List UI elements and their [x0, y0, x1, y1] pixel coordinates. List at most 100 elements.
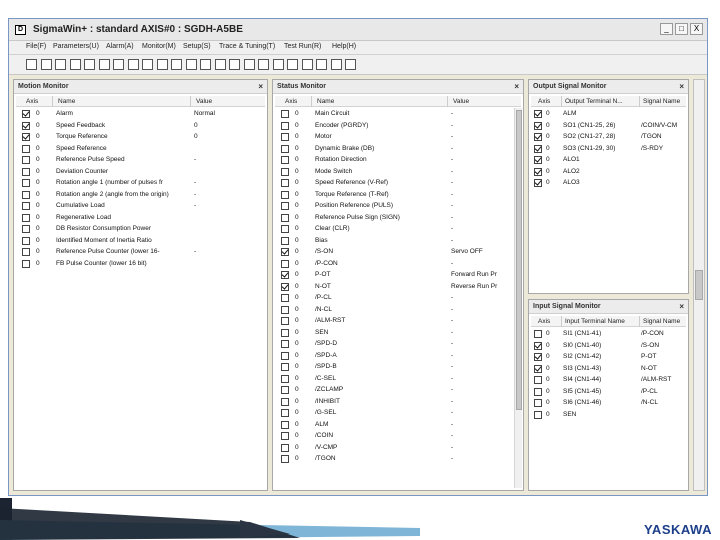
table-row[interactable]: 0 ALO3	[531, 177, 686, 189]
table-row[interactable]: 0 SEN -	[275, 327, 511, 339]
column-header-input-terminal[interactable]: Input Terminal Name	[565, 318, 637, 325]
row-checkbox[interactable]	[22, 259, 30, 268]
table-row[interactable]: 0 SI6 (CN1-46) /N-CL	[531, 397, 686, 409]
row-checkbox[interactable]	[281, 317, 289, 325]
column-header-name[interactable]: Name	[317, 98, 334, 105]
table-row[interactable]: 0/SPD-A -	[275, 350, 511, 362]
table-row[interactable]: 0 SO2 (CN1-27, 28) /TGON	[531, 131, 686, 143]
window-scrollbar[interactable]	[693, 79, 705, 491]
table-row[interactable]: 0 Regenerative Load	[16, 212, 265, 224]
row-checkbox[interactable]	[281, 455, 289, 463]
checkbox-icon[interactable]	[40, 59, 52, 70]
close-icon[interactable]: ×	[679, 82, 684, 91]
column-divider[interactable]	[561, 316, 562, 327]
table-row[interactable]: 0 ALM -	[275, 419, 511, 431]
table-row[interactable]: 0/N-CL -	[275, 304, 511, 316]
menu-help[interactable]: Help(H)	[332, 43, 356, 50]
row-checkbox[interactable]	[281, 190, 289, 199]
table-row[interactable]: 0 ALM	[531, 108, 686, 120]
row-checkbox[interactable]	[281, 179, 289, 187]
table-row[interactable]: 0/ZCLAMP -	[275, 384, 511, 396]
close-icon[interactable]: ×	[514, 82, 519, 91]
table-row[interactable]: 0 SI0 (CN1-40) /S-ON	[531, 340, 686, 352]
column-divider[interactable]	[311, 96, 312, 107]
column-divider[interactable]	[639, 316, 640, 327]
column-header-value[interactable]: Value	[196, 98, 212, 105]
table-row[interactable]: 0 Rotation angle 1 (number of pulses fr -	[16, 177, 265, 189]
row-checkbox[interactable]	[281, 225, 289, 233]
row-checkbox[interactable]	[534, 143, 542, 153]
table-row[interactable]: 0 SI4 (CN1-44) /ALM-RST	[531, 374, 686, 386]
row-checkbox[interactable]	[281, 432, 289, 440]
column-divider[interactable]	[639, 96, 640, 107]
menu-setup[interactable]: Setup(S)	[183, 43, 211, 50]
filter-icon[interactable]	[330, 59, 342, 70]
row-checkbox[interactable]	[534, 410, 542, 419]
row-checkbox[interactable]	[22, 202, 30, 210]
menu-file[interactable]: File(F)	[26, 43, 46, 50]
vertical-scrollbar[interactable]	[514, 108, 522, 488]
row-checkbox[interactable]	[534, 340, 542, 350]
table-row[interactable]: 0 Speed Feedback 0	[16, 120, 265, 132]
close-icon[interactable]: ×	[679, 302, 684, 311]
table-row[interactable]: 0 Identified Moment of Inertia Ratio	[16, 235, 265, 247]
column-header-axis[interactable]: Axis	[285, 98, 297, 105]
table-row[interactable]: 0/G-SEL -	[275, 407, 511, 419]
table-row[interactable]: 0 Rotation angle 2 (angle from the origin…	[16, 189, 265, 201]
table-row[interactable]: 0/P-CON -	[275, 258, 511, 270]
table-icon[interactable]	[287, 59, 298, 70]
row-checkbox[interactable]	[22, 120, 30, 130]
table-row[interactable]: 0 SEN	[531, 409, 686, 421]
table-row[interactable]: 0 Speed Reference (V-Ref) -	[275, 177, 511, 189]
row-checkbox[interactable]	[281, 133, 289, 141]
row-checkbox[interactable]	[22, 213, 30, 222]
row-checkbox[interactable]	[22, 109, 30, 118]
cut-icon[interactable]	[156, 59, 168, 70]
row-checkbox[interactable]	[281, 374, 289, 383]
table-row[interactable]: 0/TGON -	[275, 453, 511, 465]
table-row[interactable]: 0 ALO2	[531, 166, 686, 178]
row-checkbox[interactable]	[281, 443, 289, 452]
table-row[interactable]: 0/P-CL -	[275, 292, 511, 304]
table-row[interactable]: 0 SO1 (CN1-25, 26) /COIN/V-CM	[531, 120, 686, 132]
table-row[interactable]: 0 Cumulative Load -	[16, 200, 265, 212]
row-checkbox[interactable]	[281, 305, 289, 314]
row-checkbox[interactable]	[281, 294, 289, 302]
row-checkbox[interactable]	[281, 236, 289, 245]
table-row[interactable]: 0/S-ON Servo OFF	[275, 246, 511, 258]
edit-icon[interactable]	[55, 59, 66, 70]
row-checkbox[interactable]	[22, 225, 30, 233]
column-header-axis[interactable]: Axis	[538, 318, 550, 325]
row-checkbox[interactable]	[22, 167, 30, 176]
monitor-icon[interactable]	[200, 59, 211, 70]
row-checkbox[interactable]	[281, 281, 289, 291]
row-checkbox[interactable]	[534, 109, 542, 118]
table-row[interactable]: 0 SI5 (CN1-45) /P-CL	[531, 386, 686, 398]
row-checkbox[interactable]	[281, 247, 289, 256]
table-row[interactable]: 0 SO3 (CN1-29, 30) /S-RDY	[531, 143, 686, 155]
row-checkbox[interactable]	[22, 179, 30, 187]
chart-icon[interactable]	[214, 59, 226, 70]
table-row[interactable]: 0 Encoder (PGRDY) -	[275, 120, 511, 132]
row-checkbox[interactable]	[534, 399, 542, 407]
row-checkbox[interactable]	[534, 155, 542, 164]
trace-icon[interactable]	[272, 59, 284, 70]
close-icon[interactable]: ×	[258, 82, 263, 91]
row-checkbox[interactable]	[534, 132, 542, 141]
close-button[interactable]: X	[690, 23, 703, 35]
table-row[interactable]: 0/SPD-B -	[275, 361, 511, 373]
copy-icon[interactable]	[171, 59, 182, 70]
table-row[interactable]: 0 Alarm Normal	[16, 108, 265, 120]
table-row[interactable]: 0 FB Pulse Counter (lower 16 bit)	[16, 258, 265, 270]
save-icon[interactable]	[84, 59, 95, 70]
row-checkbox[interactable]	[534, 166, 542, 176]
table-row[interactable]: 0 Mode Switch -	[275, 166, 511, 178]
column-divider[interactable]	[447, 96, 448, 107]
table-row[interactable]: 0/V-CMP -	[275, 442, 511, 454]
scrollbar-thumb[interactable]	[516, 110, 522, 410]
table-row[interactable]: 0 Deviation Counter	[16, 166, 265, 178]
table-row[interactable]: 0 Speed Reference	[16, 143, 265, 155]
select-icon[interactable]	[26, 59, 37, 70]
table-row[interactable]: 0 Torque Reference 0	[16, 131, 265, 143]
row-checkbox[interactable]	[534, 376, 542, 384]
